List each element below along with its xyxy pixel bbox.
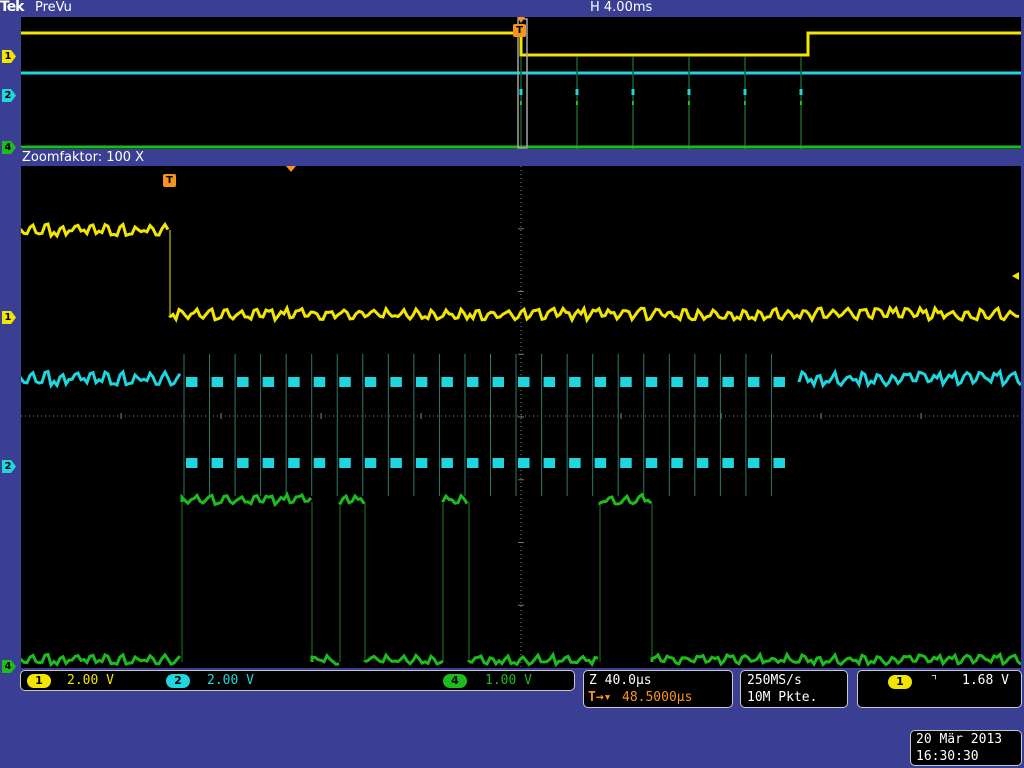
zoomed-ch2-bit-low [696,458,709,468]
prevu-label: PreVu [35,0,72,15]
datetime-panel: 20 Mär 2013 16:30:30 [910,730,1022,766]
trigger-slope-icon: ⌝ [930,673,938,688]
zoomed-ch2-bit-high [518,377,530,387]
zoomed-ch2-bit-low [339,458,351,468]
zoomed-ch2-bit-high [288,377,300,387]
ch2-scale: 2.00 V [207,673,254,688]
overview-ch2-pulse [631,89,635,95]
zoomed-ch2-bit-low [645,458,658,468]
trigger-source-chip[interactable]: 1 [888,675,912,689]
zoomed-ch2-bit-high [313,377,326,387]
overview-ch4-pulse [744,101,746,105]
zoomed-ch4-marker[interactable]: 4 [2,660,16,673]
zoomed-ch2-bit-low [747,458,760,468]
date-readout: 20 Mär 2013 [916,732,1003,747]
overview-ch1-marker[interactable]: 1 [2,50,16,63]
zoomed-ch2-bit-low [594,458,607,468]
overview-ch4-pulse [520,101,522,105]
zoomed-ch2-bit-high [186,377,198,387]
overview-ch2-marker[interactable]: 2 [2,89,16,102]
zoomed-ch2-bit-high [620,377,632,387]
overview-ch2-pulse [687,89,691,95]
zoomed-ch2-bit-low [620,458,632,468]
channel-scale-panel[interactable]: 1 2.00 V 2 2.00 V 4 1.00 V [20,670,575,691]
horizontal-scale-readout: H 4.00ms [590,0,653,15]
zoomed-ch2-bit-high [569,377,581,387]
zoomed-ch2-bit-low [288,458,300,468]
zoomed-ch2-bit-low [262,458,275,468]
ch1-chip[interactable]: 1 [27,674,51,688]
zoomed-ch2-bit-high [262,377,275,387]
acquisition-panel[interactable]: 250MS/s 10M Pkte. [740,670,848,708]
overview-ch2-pulse [575,89,579,95]
overview-ch4-pulse [576,101,578,105]
zoomed-ch2-bit-low [492,458,504,468]
trigger-panel[interactable]: 1 ⌝ 1.68 V [857,670,1022,708]
zoomed-ch2-bit-high [415,377,428,387]
zoomed-ch2-bit-low [415,458,428,468]
trigger-level-arrow[interactable] [1010,270,1022,282]
zoomed-ch2-bit-high [211,377,224,387]
zoomed-ch2-bit-low [441,458,453,468]
zoomed-ch2-bit-high [645,377,658,387]
zoomed-ch2-bit-high [441,377,453,387]
top-status-bar: Tek PreVu H 4.00ms [0,0,1024,16]
ch4-chip[interactable]: 4 [443,674,467,688]
zoomed-ch2-bit-high [773,377,785,387]
zoomed-ch2-bit-high [696,377,709,387]
zoomed-ch2-bit-low [466,458,479,468]
zoomed-ch2-bit-high [747,377,760,387]
zoomed-ch2-bit-high [390,377,402,387]
sample-rate: 250MS/s [747,673,802,688]
zoomed-ch2-bit-high [237,377,249,387]
zoomed-ch2-marker[interactable]: 2 [2,460,16,473]
tek-logo: Tek [0,0,24,15]
zoomed-trigger-marker: T [163,174,176,187]
overview-ch2-pulse [743,89,747,95]
zoom-factor-label: Zoomfaktor: 100 X [22,150,145,165]
zoomed-ch2-bit-low [773,458,785,468]
overview-trigger-marker: T [513,24,526,37]
time-readout: 16:30:30 [916,749,979,764]
record-length: 10M Pkte. [747,690,818,705]
zoom-timebase: Z 40.0µs [589,673,652,688]
zoomed-ch2-bit-low [364,458,377,468]
zoomed-ch2-bit-low [543,458,556,468]
zoomed-ch1-marker[interactable]: 1 [2,311,16,324]
overview-ch4-pulse [688,101,690,105]
zoomed-ch2-bit-low [211,458,224,468]
trigger-delay-value: 48.5000µs [622,690,693,705]
zoomed-graticule[interactable] [21,166,1021,668]
zoomed-ch2-bit-high [364,377,377,387]
overview-ch2-pulse [519,89,523,95]
zoomed-ch2-bit-high [492,377,504,387]
zoomed-ch2-bit-low [569,458,581,468]
trigger-level: 1.68 V [962,673,1009,688]
trigger-delay-icon: T→▾ [588,690,612,705]
zoomed-ch2-bit-high [594,377,607,387]
zoomed-ch2-bit-low [518,458,530,468]
zoomed-ch2-bit-high [466,377,479,387]
zoomed-ch2-bit-high [671,377,683,387]
zoomed-ch2-bit-low [313,458,326,468]
overview-ch4-pulse [800,101,802,105]
zoomed-ch2-bit-high [543,377,556,387]
overview-ch4-marker[interactable]: 4 [2,141,16,154]
zoomed-ch2-bit-high [339,377,351,387]
ch4-scale: 1.00 V [485,673,532,688]
zoomed-ch2-bit-low [186,458,198,468]
zoomed-ch2-bit-low [390,458,402,468]
ch2-chip[interactable]: 2 [166,674,190,688]
overview-ch4-pulse [632,101,634,105]
timebase-panel[interactable]: Z 40.0µs T→▾ 48.5000µs [583,670,733,708]
zoomed-ch2-bit-high [722,377,734,387]
overview-ch2-pulse [799,89,803,95]
ch1-scale: 2.00 V [67,673,114,688]
zoomed-ch2-bit-low [722,458,734,468]
zoomed-ch2-bit-low [671,458,683,468]
zoomed-ch2-bit-low [237,458,249,468]
